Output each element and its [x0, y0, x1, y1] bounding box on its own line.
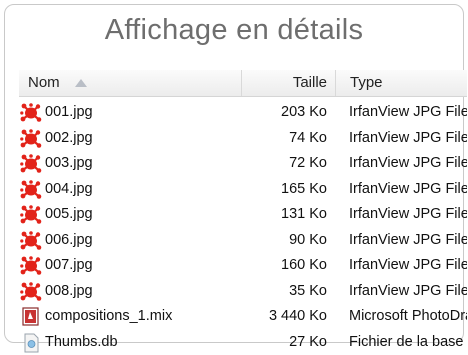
file-row[interactable]: 006.jpg 90 Ko IrfanView JPG File — [19, 228, 467, 254]
file-size: 72 Ko — [241, 151, 335, 176]
column-header-type-label: Type — [350, 74, 383, 91]
file-row[interactable]: 002.jpg 74 Ko IrfanView JPG File — [19, 126, 467, 152]
file-name-cell: 002.jpg — [19, 126, 241, 151]
file-name: 007.jpg — [45, 253, 93, 278]
file-type: IrfanView JPG File — [349, 126, 467, 151]
file-type: Fichier de la base d... — [349, 330, 467, 355]
file-type: IrfanView JPG File — [349, 177, 467, 202]
irfanview-jpg-icon — [20, 154, 42, 174]
irfanview-jpg-icon — [20, 103, 42, 123]
file-name: 004.jpg — [45, 177, 93, 202]
file-name-cell: 005.jpg — [19, 202, 241, 227]
irfanview-jpg-icon — [20, 180, 42, 200]
file-name-cell: 006.jpg — [19, 228, 241, 253]
file-size: 3 440 Ko — [241, 304, 335, 329]
file-name: 006.jpg — [45, 228, 93, 253]
file-row[interactable]: 008.jpg 35 Ko IrfanView JPG File — [19, 279, 467, 305]
irfanview-jpg-icon — [20, 231, 42, 251]
file-row[interactable]: 005.jpg 131 Ko IrfanView JPG File — [19, 202, 467, 228]
irfanview-jpg-icon — [20, 205, 42, 225]
file-size: 131 Ko — [241, 202, 335, 227]
file-name: 002.jpg — [45, 126, 93, 151]
column-header-name[interactable]: Nom — [19, 70, 241, 96]
page-title: Affichage en détails — [0, 14, 468, 47]
file-size: 74 Ko — [241, 126, 335, 151]
file-row[interactable]: 007.jpg 160 Ko IrfanView JPG File — [19, 253, 467, 279]
file-name: 001.jpg — [45, 100, 93, 125]
file-row[interactable]: 003.jpg 72 Ko IrfanView JPG File — [19, 151, 467, 177]
irfanview-jpg-icon — [20, 256, 42, 276]
file-size: 35 Ko — [241, 279, 335, 304]
file-row[interactable]: Thumbs.db 27 Ko Fichier de la base d... — [19, 330, 467, 355]
file-size: 165 Ko — [241, 177, 335, 202]
file-type: IrfanView JPG File — [349, 100, 467, 125]
file-list: 001.jpg 203 Ko IrfanView JPG File 002.jpg 74… — [19, 100, 467, 355]
file-name-cell: Thumbs.db — [19, 330, 241, 355]
file-type: IrfanView JPG File — [349, 279, 467, 304]
file-name: 003.jpg — [45, 151, 93, 176]
file-name-cell: 008.jpg — [19, 279, 241, 304]
file-name-cell: 004.jpg — [19, 177, 241, 202]
column-header-type[interactable]: Type — [335, 70, 467, 96]
file-name: 008.jpg — [45, 279, 93, 304]
file-row[interactable]: 004.jpg 165 Ko IrfanView JPG File — [19, 177, 467, 203]
file-name-cell: 003.jpg — [19, 151, 241, 176]
file-size: 90 Ko — [241, 228, 335, 253]
sort-ascending-icon — [75, 79, 87, 87]
file-name: Thumbs.db — [45, 330, 118, 355]
file-name-cell: 007.jpg — [19, 253, 241, 278]
file-name: 005.jpg — [45, 202, 93, 227]
file-size: 203 Ko — [241, 100, 335, 125]
file-size: 27 Ko — [241, 330, 335, 355]
column-header-name-label: Nom — [28, 74, 60, 91]
file-type: IrfanView JPG File — [349, 228, 467, 253]
file-row[interactable]: compositions_1.mix 3 440 Ko Microsoft Phot… — [19, 304, 467, 330]
irfanview-jpg-icon — [20, 129, 42, 149]
file-type: IrfanView JPG File — [349, 253, 467, 278]
file-name-cell: compositions_1.mix — [19, 304, 241, 329]
column-header-size-label: Taille — [293, 74, 327, 91]
file-size: 160 Ko — [241, 253, 335, 278]
file-name-cell: 001.jpg — [19, 100, 241, 125]
photodraw-mix-icon — [20, 307, 42, 327]
irfanview-jpg-icon — [20, 282, 42, 302]
file-row[interactable]: 001.jpg 203 Ko IrfanView JPG File — [19, 100, 467, 126]
file-type: IrfanView JPG File — [349, 151, 467, 176]
column-header-size[interactable]: Taille — [241, 70, 335, 96]
file-name: compositions_1.mix — [45, 304, 172, 329]
column-header-bar: Nom Taille Type — [19, 70, 467, 97]
file-type: IrfanView JPG File — [349, 202, 467, 227]
thumbs-db-icon — [20, 333, 42, 353]
file-type: Microsoft PhotoDra... — [349, 304, 467, 329]
